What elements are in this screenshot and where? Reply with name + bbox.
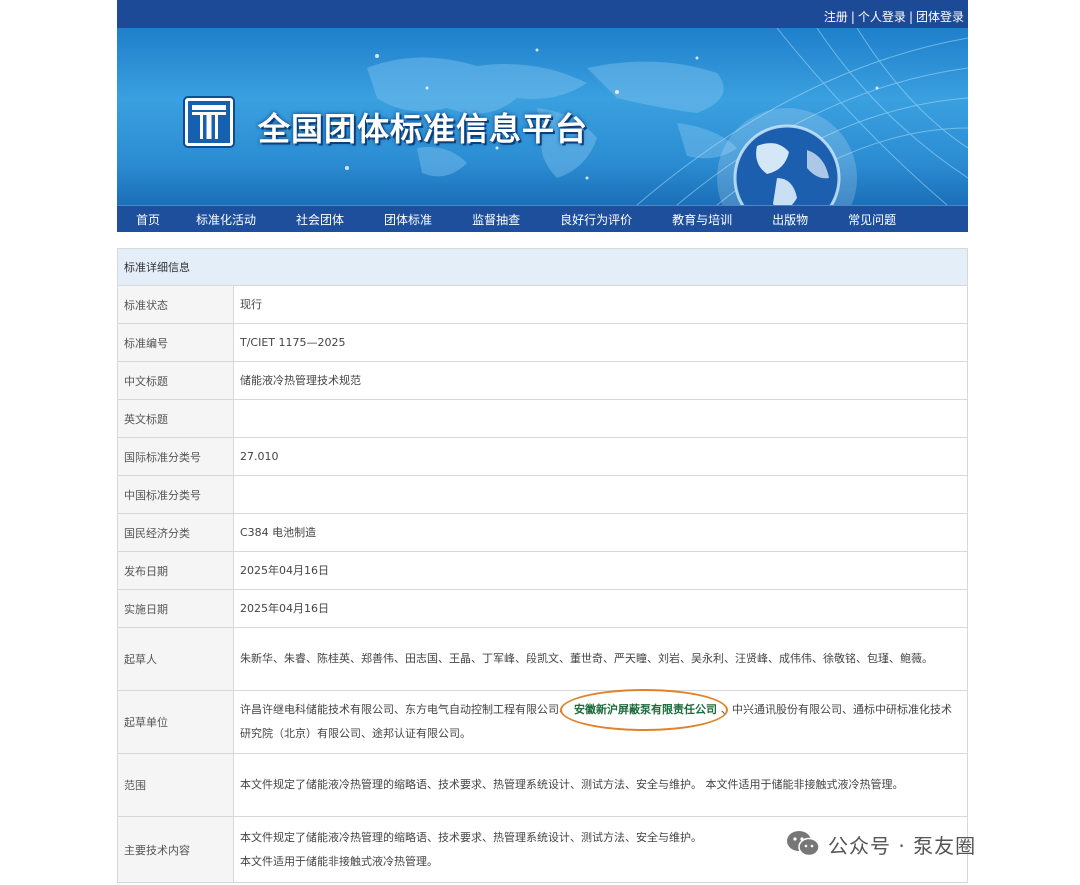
- nav-faq[interactable]: 常见问题: [848, 211, 896, 228]
- row-label: 发布日期: [117, 551, 234, 590]
- watermark: 公众号 · 泵友圈: [786, 829, 976, 859]
- row-label: 中文标题: [117, 361, 234, 400]
- row-label: 主要技术内容: [117, 816, 234, 883]
- row-label: 标准编号: [117, 323, 234, 362]
- row-label: 标准状态: [117, 285, 234, 324]
- scope-value: 本文件规定了储能液冷热管理的缩略语、技术要求、热管理系统设计、测试方法、安全与维…: [233, 753, 968, 817]
- highlighted-company: 安徽新沪屏蔽泵有限责任公司: [560, 689, 728, 731]
- row-label: 国民经济分类: [117, 513, 234, 552]
- table-header-row: 标准详细信息: [117, 248, 968, 286]
- nav-home[interactable]: 首页: [136, 211, 160, 228]
- row-value: [233, 399, 968, 438]
- row-value: 现行: [233, 285, 968, 324]
- row-value: 2025年04月16日: [233, 551, 968, 590]
- table-row: 范围 本文件规定了储能液冷热管理的缩略语、技术要求、热管理系统设计、测试方法、安…: [117, 753, 968, 817]
- page-header: 注册 | 个人登录 | 团体登录 全国团体标准信息平台 首页 标准化活动 社会团…: [117, 0, 968, 232]
- table-row: 英文标题: [117, 399, 968, 438]
- table-row: 中文标题 储能液冷热管理技术规范: [117, 361, 968, 400]
- nav-supervision-inspection[interactable]: 监督抽查: [472, 211, 520, 228]
- row-label: 国际标准分类号: [117, 437, 234, 476]
- row-value: [233, 475, 968, 514]
- table-row: 标准编号 T/CIET 1175—2025: [117, 323, 968, 362]
- row-label: 起草单位: [117, 690, 234, 754]
- main-nav: 首页 标准化活动 社会团体 团体标准 监督抽查 良好行为评价 教育与培训 出版物…: [117, 205, 968, 232]
- banner: 全国团体标准信息平台: [117, 28, 968, 205]
- account-links: 注册 | 个人登录 | 团体登录: [824, 8, 964, 25]
- nav-social-groups[interactable]: 社会团体: [296, 211, 344, 228]
- row-label: 范围: [117, 753, 234, 817]
- link-separator: |: [908, 10, 913, 24]
- platform-logo-icon: [183, 96, 235, 148]
- table-row: 起草单位 许昌许继电科储能技术有限公司、东方电气自动控制工程有限公司、 安徽新沪屏…: [117, 689, 968, 754]
- section-title: 标准详细信息: [117, 248, 968, 286]
- table-row: 起草人 朱新华、朱睿、陈桂英、郑善伟、田志国、王晶、丁军峰、段凯文、董世奇、严天…: [117, 627, 968, 691]
- top-bar: 注册 | 个人登录 | 团体登录: [117, 0, 968, 28]
- row-value: 2025年04月16日: [233, 589, 968, 628]
- row-value: 储能液冷热管理技术规范: [233, 361, 968, 400]
- table-row: 发布日期 2025年04月16日: [117, 551, 968, 590]
- table-row: 国民经济分类 C384 电池制造: [117, 513, 968, 552]
- nav-education-training[interactable]: 教育与培训: [672, 211, 732, 228]
- row-label: 实施日期: [117, 589, 234, 628]
- drafting-unit-value: 许昌许继电科储能技术有限公司、东方电气自动控制工程有限公司、 安徽新沪屏蔽泵有限责…: [233, 689, 968, 754]
- nav-publications[interactable]: 出版物: [772, 211, 808, 228]
- table-row: 实施日期 2025年04月16日: [117, 589, 968, 628]
- register-link[interactable]: 注册: [824, 10, 848, 24]
- row-value: T/CIET 1175—2025: [233, 323, 968, 362]
- table-row: 国际标准分类号 27.010: [117, 437, 968, 476]
- site-title: 全国团体标准信息平台: [258, 110, 589, 148]
- row-value: 27.010: [233, 437, 968, 476]
- personal-login-link[interactable]: 个人登录: [858, 10, 906, 24]
- group-login-link[interactable]: 团体登录: [916, 10, 964, 24]
- nav-group-standards[interactable]: 团体标准: [384, 211, 432, 228]
- nav-standardization-activities[interactable]: 标准化活动: [196, 211, 256, 228]
- link-separator: |: [850, 10, 855, 24]
- table-row: 中国标准分类号: [117, 475, 968, 514]
- watermark-text: 公众号 · 泵友圈: [828, 833, 977, 858]
- drafting-unit-text: 许昌许继电科储能技术有限公司、东方电气自动控制工程有限公司、: [240, 703, 570, 716]
- nav-good-conduct-evaluation[interactable]: 良好行为评价: [560, 211, 632, 228]
- standard-detail-table: 标准详细信息 标准状态 现行 标准编号 T/CIET 1175—2025 中文标…: [117, 248, 968, 883]
- row-value: C384 电池制造: [233, 513, 968, 552]
- table-row: 标准状态 现行: [117, 285, 968, 324]
- row-label: 中国标准分类号: [117, 475, 234, 514]
- row-label: 英文标题: [117, 399, 234, 438]
- drafters-value: 朱新华、朱睿、陈桂英、郑善伟、田志国、王晶、丁军峰、段凯文、董世奇、严天瞳、刘岩…: [233, 627, 968, 691]
- row-label: 起草人: [117, 627, 234, 691]
- wechat-icon: [787, 831, 820, 857]
